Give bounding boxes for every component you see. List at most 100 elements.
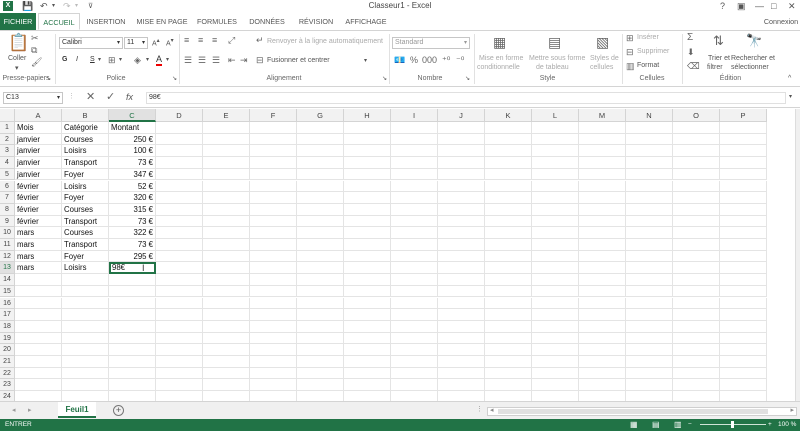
cell[interactable] <box>626 285 673 298</box>
cell[interactable] <box>673 145 720 158</box>
paste-icon[interactable]: 📋 <box>8 34 29 52</box>
zoom-slider-thumb[interactable] <box>731 421 734 428</box>
cell[interactable] <box>720 122 767 134</box>
clear-icon[interactable]: ⌫ <box>687 61 700 71</box>
cell[interactable]: 73 € <box>109 157 156 169</box>
cell[interactable] <box>673 320 720 333</box>
cell[interactable] <box>485 168 532 181</box>
cell[interactable] <box>532 215 579 228</box>
cell[interactable] <box>391 297 438 310</box>
cell[interactable]: Courses <box>62 133 109 146</box>
cell[interactable] <box>297 356 344 368</box>
cell[interactable] <box>250 274 297 286</box>
cell[interactable] <box>485 274 532 286</box>
decrease-indent-icon[interactable]: ⇤ <box>228 55 236 65</box>
cell[interactable]: 320 € <box>109 192 156 204</box>
cell[interactable] <box>344 145 391 158</box>
tab-revision[interactable]: RÉVISION <box>294 13 338 30</box>
cell[interactable] <box>438 274 485 286</box>
cell[interactable] <box>532 180 579 193</box>
cell[interactable] <box>109 297 156 310</box>
wrap-text-button[interactable]: Renvoyer à la ligne automatiquement <box>267 38 383 45</box>
cell[interactable] <box>109 320 156 333</box>
cell[interactable] <box>485 122 532 134</box>
merge-center-button[interactable]: Fusionner et centrer <box>267 57 330 64</box>
cell[interactable] <box>391 157 438 169</box>
cell[interactable] <box>438 332 485 345</box>
cell[interactable] <box>344 274 391 286</box>
cell[interactable] <box>344 250 391 263</box>
expand-formula-icon[interactable]: ▾ <box>789 93 792 100</box>
cell[interactable] <box>297 379 344 392</box>
cell[interactable] <box>579 215 626 228</box>
cell[interactable] <box>15 344 62 356</box>
format-as-table-label-2[interactable]: de tableau <box>536 64 569 71</box>
cell[interactable]: Montant <box>109 122 156 134</box>
row-header[interactable]: 12 <box>0 250 15 263</box>
cell[interactable] <box>203 262 250 275</box>
cell[interactable] <box>297 332 344 345</box>
cell[interactable] <box>626 133 673 146</box>
scroll-left-icon[interactable]: ◂ <box>490 406 494 414</box>
cell[interactable]: Transport <box>62 157 109 169</box>
cell[interactable] <box>109 309 156 321</box>
cell[interactable] <box>579 297 626 310</box>
cell[interactable] <box>626 145 673 158</box>
cell[interactable] <box>673 250 720 263</box>
sort-filter-icon[interactable]: ⇅ <box>713 34 724 48</box>
align-left-icon[interactable]: ☰ <box>184 55 192 65</box>
cell[interactable] <box>579 356 626 368</box>
cell[interactable] <box>344 344 391 356</box>
cell[interactable] <box>344 180 391 193</box>
cell[interactable] <box>438 285 485 298</box>
cell[interactable] <box>297 344 344 356</box>
cell[interactable] <box>532 203 579 216</box>
cell[interactable] <box>250 297 297 310</box>
tab-formules[interactable]: FORMULES <box>194 13 240 30</box>
page-break-view-icon[interactable]: ▥ <box>674 419 682 431</box>
cell[interactable] <box>297 297 344 310</box>
row-header[interactable]: 14 <box>0 274 15 286</box>
cell[interactable] <box>485 367 532 380</box>
cell[interactable] <box>720 320 767 333</box>
row-header[interactable]: 8 <box>0 203 15 216</box>
cell[interactable] <box>250 262 297 275</box>
cell[interactable]: Loisirs <box>62 145 109 158</box>
cell[interactable] <box>15 367 62 380</box>
cell[interactable] <box>485 203 532 216</box>
cell[interactable] <box>297 157 344 169</box>
cell[interactable] <box>15 274 62 286</box>
cell[interactable] <box>344 168 391 181</box>
cell[interactable] <box>438 227 485 239</box>
row-header[interactable]: 2 <box>0 133 15 146</box>
cell[interactable] <box>344 239 391 251</box>
cell[interactable]: 322 € <box>109 227 156 239</box>
cell[interactable] <box>62 356 109 368</box>
cell[interactable]: février <box>15 180 62 193</box>
fill-color-icon[interactable]: ◈ <box>134 55 141 65</box>
cell[interactable] <box>391 320 438 333</box>
sign-in-link[interactable]: Connexion <box>762 13 800 30</box>
cell[interactable] <box>344 285 391 298</box>
cell[interactable] <box>579 157 626 169</box>
cell[interactable] <box>673 367 720 380</box>
cell[interactable] <box>579 320 626 333</box>
cell[interactable] <box>109 367 156 380</box>
cell[interactable] <box>485 285 532 298</box>
cell[interactable]: Transport <box>62 215 109 228</box>
column-header-l[interactable]: L <box>532 109 579 122</box>
cell[interactable] <box>438 145 485 158</box>
cell[interactable] <box>485 332 532 345</box>
cell[interactable] <box>203 180 250 193</box>
percent-icon[interactable]: % <box>410 55 418 65</box>
row-header[interactable]: 5 <box>0 168 15 181</box>
cell[interactable] <box>532 320 579 333</box>
cell[interactable] <box>579 250 626 263</box>
cell[interactable] <box>438 344 485 356</box>
cell[interactable] <box>532 274 579 286</box>
cell[interactable] <box>579 274 626 286</box>
cell[interactable] <box>579 262 626 275</box>
cell[interactable] <box>626 250 673 263</box>
cell[interactable] <box>626 239 673 251</box>
tab-insertion[interactable]: INSERTION <box>82 13 130 30</box>
